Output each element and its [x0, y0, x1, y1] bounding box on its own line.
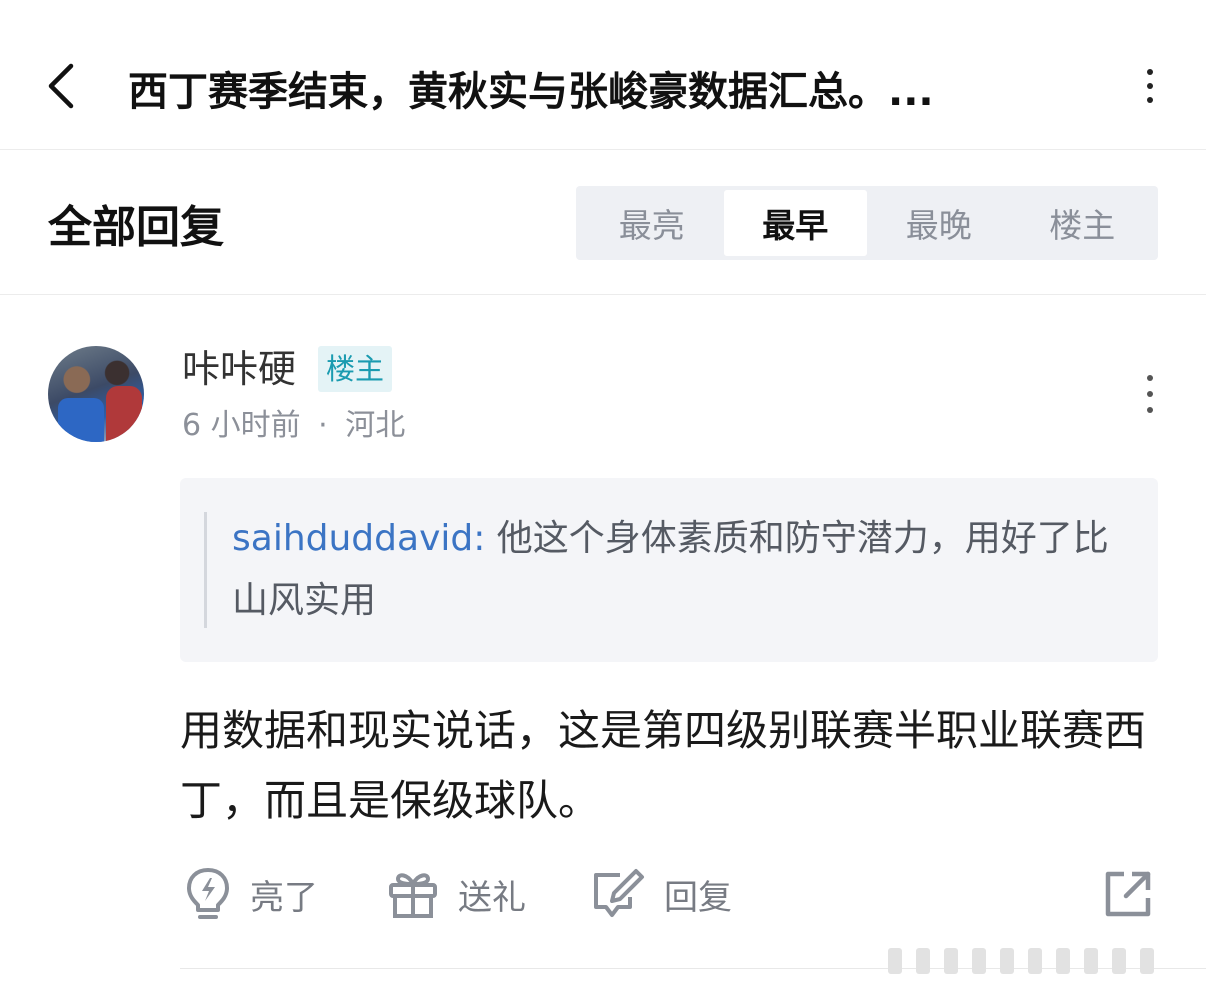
lightbulb-icon: [187, 868, 229, 919]
replies-header: 全部回复 最亮 最早 最晚 楼主: [0, 150, 1206, 295]
quote-text: saihduddavid: 他这个身体素质和防守潜力，用好了比山风实用: [232, 508, 1122, 632]
quote-user[interactable]: saihduddavid:: [232, 518, 485, 559]
watermark-mark: [916, 948, 930, 974]
more-vertical-icon-dot: [1147, 407, 1153, 413]
post-replies-page: 西丁赛季结束，黄秋实与张峻豪数据汇总。... 全部回复 最亮 最早 最晚 楼主 …: [0, 0, 1206, 992]
watermark-mark: [1084, 948, 1098, 974]
more-vertical-icon: [1147, 375, 1153, 381]
comment-time: 6 小时前: [182, 408, 301, 443]
watermark-mark: [1056, 948, 1070, 974]
watermark-mark: [888, 948, 902, 974]
tab-latest[interactable]: 最晚: [867, 190, 1011, 256]
reply-label: 回复: [664, 877, 732, 918]
watermark-mark: [1000, 948, 1014, 974]
like-label: 亮了: [250, 877, 318, 918]
reply-edit-icon: [594, 869, 644, 917]
avatar-figure: [106, 386, 142, 442]
more-options-button[interactable]: [1130, 64, 1170, 108]
avatar[interactable]: [48, 346, 144, 442]
comment-location: 河北: [345, 408, 406, 443]
comment-meta: 6 小时前 · 河北: [182, 404, 405, 448]
watermark-mark: [944, 948, 958, 974]
comment-body: 用数据和现实说话，这是第四级别联赛半职业联赛西丁，而且是保级球队。: [180, 706, 1147, 825]
comment-more-button[interactable]: [1132, 368, 1168, 420]
gift-button[interactable]: 送礼: [386, 862, 526, 926]
watermark-mark: [1112, 948, 1126, 974]
quoted-reply[interactable]: saihduddavid: 他这个身体素质和防守潜力，用好了比山风实用: [180, 478, 1158, 662]
page-title: 西丁赛季结束，黄秋实与张峻豪数据汇总。...: [128, 69, 934, 115]
share-button[interactable]: [1098, 864, 1158, 924]
tab-op-only[interactable]: 楼主: [1011, 190, 1155, 256]
more-vertical-icon-dot: [1147, 97, 1153, 103]
watermark-mark: [1028, 948, 1042, 974]
back-button[interactable]: [36, 58, 86, 114]
watermark-mark: [1140, 948, 1154, 974]
top-bar: 西丁赛季结束，黄秋实与张峻豪数据汇总。...: [0, 0, 1206, 150]
quote-bar: [204, 512, 207, 628]
gift-label: 送礼: [458, 877, 526, 918]
chevron-left-icon: [48, 63, 74, 109]
replies-title: 全部回复: [48, 202, 224, 253]
tab-earliest[interactable]: 最早: [723, 190, 867, 256]
user-name[interactable]: 咔咔硬: [182, 342, 296, 396]
more-vertical-icon-dot: [1147, 391, 1153, 397]
sort-tabs: 最亮 最早 最晚 楼主: [576, 186, 1158, 260]
more-vertical-icon-dot: [1147, 83, 1153, 89]
like-button[interactable]: 亮了: [184, 862, 318, 926]
more-vertical-icon: [1147, 69, 1153, 75]
avatar-figure: [58, 398, 104, 442]
watermark: [888, 946, 1188, 976]
tab-brightest[interactable]: 最亮: [580, 190, 724, 256]
op-badge: 楼主: [318, 346, 393, 392]
reply-button[interactable]: 回复: [590, 862, 732, 926]
gift-icon: [389, 873, 437, 918]
watermark-mark: [972, 948, 986, 974]
share-icon: [1105, 871, 1151, 917]
meta-separator: ·: [318, 408, 328, 443]
